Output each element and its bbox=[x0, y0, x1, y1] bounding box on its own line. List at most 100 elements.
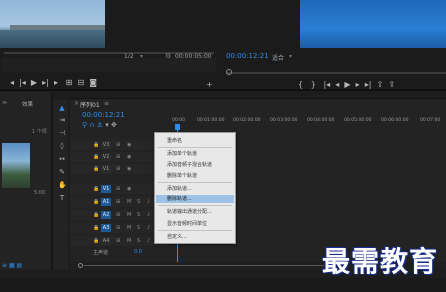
menu-item-delete-track[interactable]: 删除单个轨道 bbox=[167, 172, 197, 180]
track-row[interactable]: 🔒 A3 ⊞ M S ♪ bbox=[70, 223, 446, 234]
lock-icon[interactable]: 🔒 bbox=[93, 154, 99, 160]
razor-tool-icon[interactable]: ◊ bbox=[58, 142, 66, 150]
track-row[interactable]: 🔒 V1 ⊞ ◉ bbox=[70, 184, 446, 195]
insert-icon[interactable]: ⊞ bbox=[66, 78, 73, 87]
slip-tool-icon[interactable]: ↔ bbox=[58, 155, 66, 163]
mark-in-icon[interactable]: { bbox=[298, 80, 303, 89]
menu-item-add-submix-track[interactable]: 添加音频子混合轨道 bbox=[167, 161, 212, 169]
go-in-icon[interactable]: |◂ bbox=[323, 80, 330, 89]
sync-icon[interactable]: ⊞ bbox=[116, 142, 120, 148]
sync-icon[interactable]: ⊞ bbox=[116, 212, 120, 218]
eye-icon[interactable]: ◉ bbox=[127, 154, 131, 160]
project-clip-thumbnail[interactable] bbox=[2, 143, 30, 188]
sync-icon[interactable]: ⊞ bbox=[116, 225, 120, 231]
track-label[interactable]: A2 bbox=[101, 211, 111, 219]
track-row[interactable]: 🔒 V1 ⊞ ◉ bbox=[70, 164, 446, 175]
time-ruler[interactable]: 00:00 00:01:00:00 00:02:00:00 00:03:00:0… bbox=[170, 114, 446, 126]
add-button[interactable]: + bbox=[206, 80, 213, 89]
source-timeline-ruler[interactable] bbox=[2, 58, 216, 72]
track-label[interactable]: V2 bbox=[101, 153, 111, 161]
track-label[interactable]: V1 bbox=[101, 185, 111, 193]
solo-icon[interactable]: S bbox=[137, 212, 140, 218]
mic-icon[interactable]: ♪ bbox=[147, 199, 150, 205]
menu-item-add-track[interactable]: 添加单个轨道 bbox=[167, 150, 197, 158]
close-tab-icon[interactable]: × bbox=[74, 100, 79, 107]
program-timecode[interactable]: 00:00:12:21 bbox=[226, 52, 269, 60]
track-label[interactable]: A3 bbox=[101, 224, 111, 232]
track-row[interactable]: 🔒 A2 ⊞ M S ♪ bbox=[70, 210, 446, 221]
extract-icon[interactable]: ⇪ bbox=[388, 80, 395, 89]
lock-icon[interactable]: 🔒 bbox=[93, 166, 99, 172]
menu-item-delete-tracks[interactable]: 删除轨道... bbox=[156, 195, 234, 203]
program-play-icon[interactable]: ▶ bbox=[344, 80, 350, 89]
eye-icon[interactable]: ◉ bbox=[127, 186, 131, 192]
scrollbar-track[interactable] bbox=[84, 265, 324, 266]
type-tool-icon[interactable]: T bbox=[58, 194, 66, 202]
sync-icon[interactable]: ⊞ bbox=[116, 154, 120, 160]
go-out-icon[interactable]: ▸| bbox=[365, 80, 372, 89]
scroll-handle-left[interactable] bbox=[78, 263, 83, 268]
marker-icon[interactable]: ▾ bbox=[105, 121, 109, 129]
panel-divider[interactable] bbox=[0, 89, 446, 91]
program-scrubber[interactable] bbox=[226, 72, 446, 74]
mute-icon[interactable]: M bbox=[127, 225, 131, 231]
sync-icon[interactable]: ⊞ bbox=[116, 186, 120, 192]
step-forward-icon[interactable]: ▸ bbox=[54, 78, 58, 87]
track-label[interactable]: V1 bbox=[101, 165, 111, 173]
menu-item-track-output-mapping[interactable]: 轨道输出通道分配... bbox=[167, 208, 212, 216]
lock-icon[interactable]: 🔒 bbox=[93, 212, 99, 218]
mark-out-icon[interactable]: } bbox=[311, 80, 316, 89]
panel-collapse-icon[interactable]: ≫ bbox=[2, 100, 7, 106]
track-label[interactable]: V3 bbox=[101, 141, 111, 149]
track-row[interactable]: 🔒 V3 ⊞ ◉ bbox=[70, 140, 446, 151]
hand-tool-icon[interactable]: ✋ bbox=[58, 181, 67, 189]
mute-icon[interactable]: M bbox=[127, 199, 131, 205]
lock-icon[interactable]: 🔒 bbox=[93, 142, 99, 148]
track-row[interactable]: 🔒 V2 ⊞ ◉ bbox=[70, 152, 446, 163]
selection-tool-icon[interactable]: ▲ bbox=[58, 104, 66, 112]
program-step-forward-icon[interactable]: ▸ bbox=[356, 80, 360, 89]
mic-icon[interactable]: ♪ bbox=[147, 238, 150, 244]
mute-icon[interactable]: M bbox=[127, 238, 131, 244]
camera-icon[interactable]: ◙ bbox=[89, 78, 97, 87]
overwrite-icon[interactable]: ⊟ bbox=[77, 78, 84, 87]
solo-icon[interactable]: S bbox=[137, 238, 140, 244]
track-select-tool-icon[interactable]: ⇥ bbox=[58, 116, 66, 124]
sync-icon[interactable]: ⊞ bbox=[116, 238, 120, 244]
program-fit-select[interactable]: 适合 bbox=[272, 53, 284, 62]
lock-icon[interactable]: 🔒 bbox=[93, 225, 99, 231]
program-fit-dropdown-icon[interactable]: ▾ bbox=[289, 53, 292, 60]
track-row[interactable]: 🔒 A1 ⊞ M S ♪ bbox=[70, 197, 446, 208]
lock-icon[interactable]: 🔒 bbox=[93, 238, 99, 244]
eye-icon[interactable]: ◉ bbox=[127, 166, 131, 172]
new-bin-icon[interactable]: ▤ bbox=[17, 262, 23, 269]
linked-selection-icon[interactable]: ⚓ bbox=[97, 121, 103, 129]
sync-icon[interactable]: ⊞ bbox=[116, 199, 120, 205]
master-track-value[interactable]: 0.0 bbox=[134, 249, 142, 255]
mic-icon[interactable]: ♪ bbox=[147, 225, 150, 231]
menu-item-show-audio-units[interactable]: 显示音频时间单位 bbox=[167, 220, 207, 228]
play-icon[interactable]: ▶ bbox=[31, 78, 37, 87]
ripple-edit-tool-icon[interactable]: ⊣ bbox=[58, 129, 66, 137]
project-tab-effects[interactable]: 效果 bbox=[22, 100, 33, 108]
track-label[interactable]: A1 bbox=[101, 198, 111, 206]
timeline-tab[interactable]: 序列01 bbox=[80, 100, 100, 109]
step-back-icon[interactable]: ◂ bbox=[10, 78, 14, 87]
solo-icon[interactable]: S bbox=[137, 199, 140, 205]
zoom-handle[interactable] bbox=[226, 69, 232, 75]
nest-icon[interactable]: ⚲ bbox=[82, 121, 87, 129]
timeline-settings-icon[interactable]: ✥ bbox=[111, 121, 117, 129]
mute-icon[interactable]: M bbox=[127, 212, 131, 218]
snap-icon[interactable]: ∩ bbox=[89, 121, 94, 129]
sync-icon[interactable]: ⊞ bbox=[116, 166, 120, 172]
lift-icon[interactable]: ⇧ bbox=[377, 80, 384, 89]
prev-edit-icon[interactable]: |◂ bbox=[19, 78, 26, 87]
menu-item-customize[interactable]: 自定义... bbox=[167, 233, 187, 241]
next-edit-icon[interactable]: ▸| bbox=[42, 78, 49, 87]
timeline-timecode[interactable]: 00:00:12:21 bbox=[82, 111, 125, 119]
track-label[interactable]: A4 bbox=[101, 237, 111, 245]
program-step-back-icon[interactable]: ◂ bbox=[335, 80, 339, 89]
pen-tool-icon[interactable]: ✎ bbox=[58, 168, 66, 176]
lock-icon[interactable]: 🔒 bbox=[93, 186, 99, 192]
menu-item-rename[interactable]: 重命名 bbox=[167, 137, 182, 145]
